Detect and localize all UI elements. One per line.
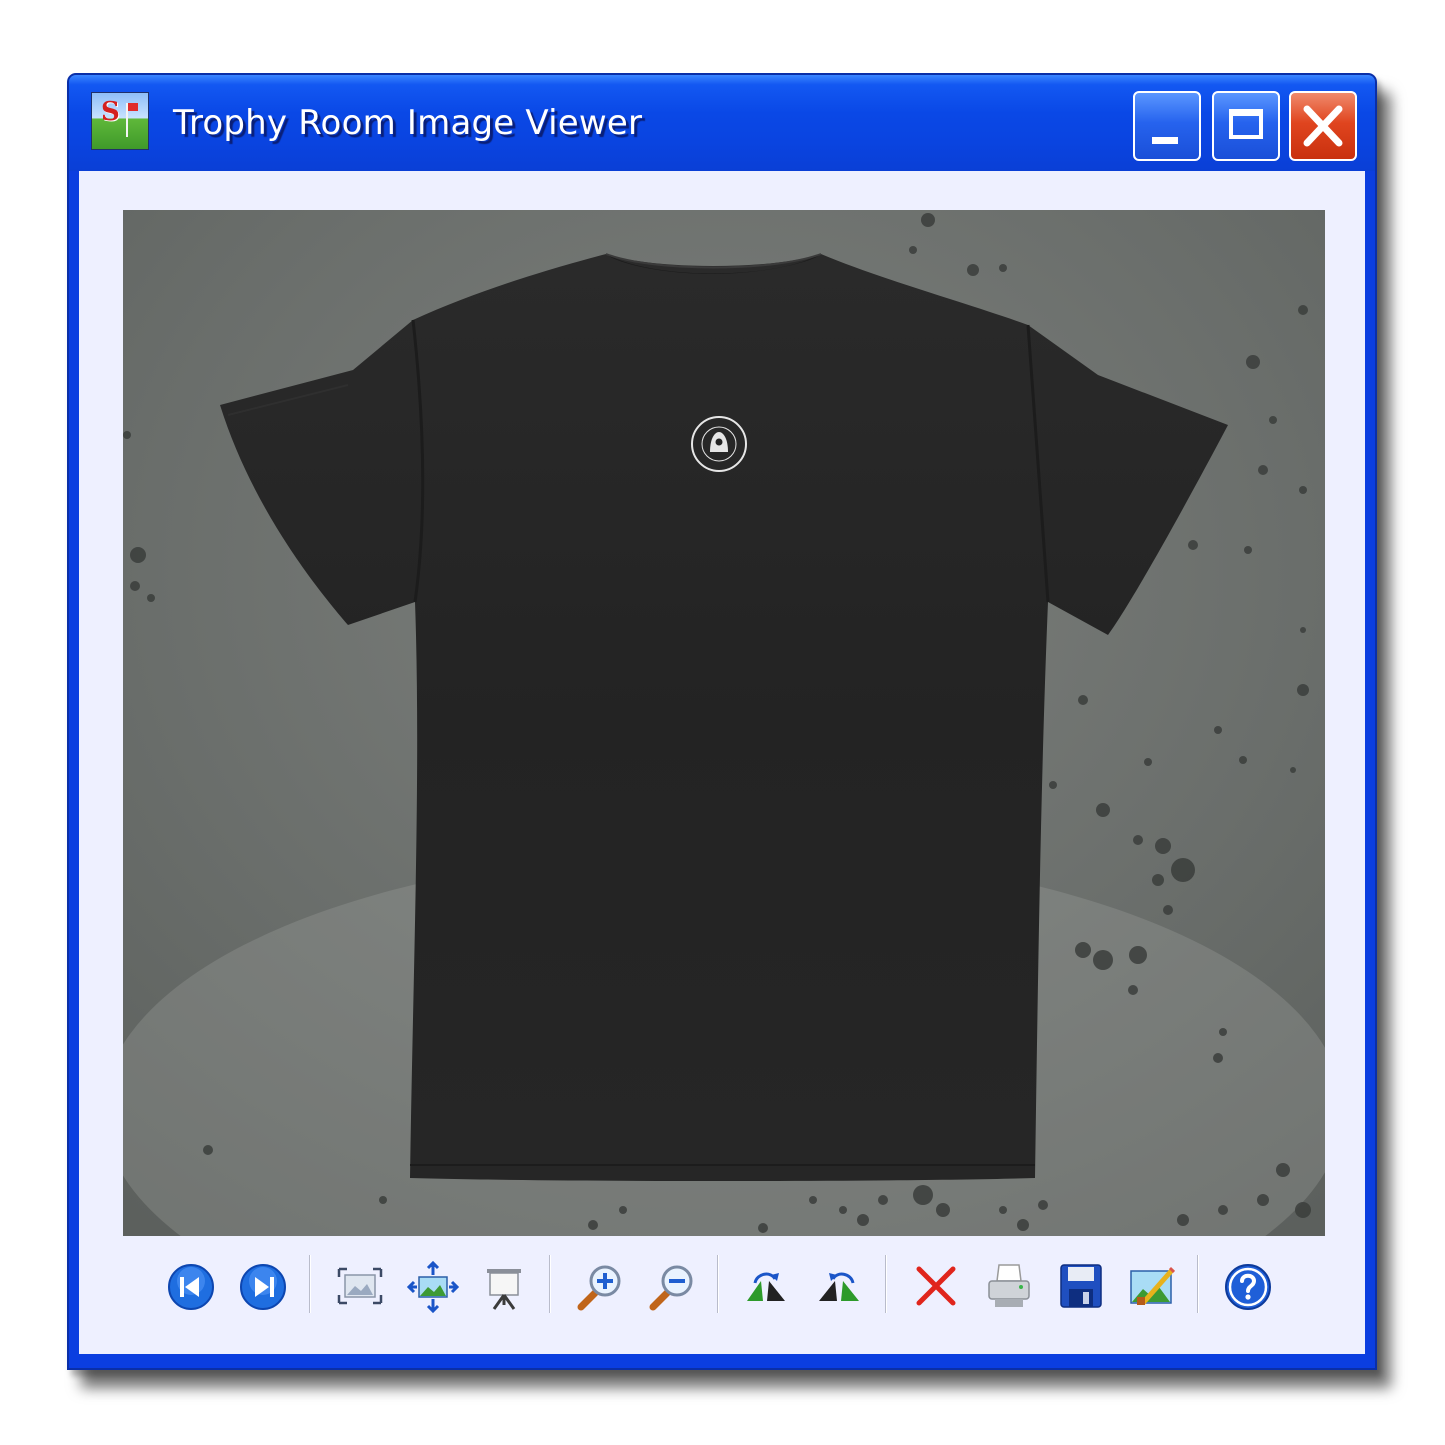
maximize-icon [1229, 109, 1263, 139]
rotate-counterclockwise-button[interactable] [813, 1259, 869, 1315]
title-bar[interactable]: S Trophy Room Image Viewer [69, 75, 1375, 171]
zoom-out-icon [649, 1265, 693, 1311]
client-area [79, 171, 1365, 1354]
toolbar-separator [309, 1255, 311, 1313]
best-fit-button[interactable] [333, 1259, 389, 1315]
toolbar-separator [717, 1255, 719, 1313]
toolbar-separator [549, 1255, 551, 1313]
actual-size-icon [406, 1260, 460, 1314]
print-button[interactable] [981, 1259, 1037, 1315]
save-button[interactable] [1053, 1259, 1109, 1315]
minimize-button[interactable] [1133, 91, 1201, 161]
close-button[interactable] [1289, 91, 1357, 161]
delete-button[interactable] [909, 1259, 965, 1315]
app-icon: S [91, 92, 149, 150]
toolbar-separator [1197, 1255, 1199, 1313]
help-button[interactable] [1221, 1259, 1277, 1315]
toolbar-separator [885, 1255, 887, 1313]
edit-image-icon [1130, 1267, 1175, 1305]
displayed-image[interactable] [123, 210, 1325, 1236]
zoom-in-icon [577, 1265, 621, 1311]
floppy-disk-icon [1060, 1264, 1102, 1308]
previous-icon [168, 1264, 214, 1310]
tshirt-photo [123, 210, 1325, 1236]
rotate-clockwise-icon [747, 1272, 785, 1301]
viewer-toolbar [79, 1249, 1365, 1329]
edit-button[interactable] [1125, 1259, 1181, 1315]
slideshow-button[interactable] [477, 1259, 533, 1315]
actual-size-button[interactable] [405, 1259, 461, 1315]
print-icon [988, 1264, 1030, 1307]
maximize-button[interactable] [1212, 91, 1280, 161]
help-icon [1225, 1264, 1271, 1310]
next-icon [240, 1264, 286, 1310]
zoom-out-button[interactable] [645, 1259, 701, 1315]
zoom-in-button[interactable] [573, 1259, 629, 1315]
app-monogram-glyph: S [101, 97, 120, 127]
close-icon [1303, 105, 1343, 147]
slideshow-icon [487, 1269, 521, 1310]
window-title: Trophy Room Image Viewer [173, 103, 643, 143]
golf-flag-icon [126, 103, 138, 137]
best-fit-icon [337, 1267, 383, 1305]
rotate-clockwise-button[interactable] [741, 1259, 797, 1315]
next-image-button[interactable] [237, 1259, 293, 1315]
minimize-icon [1152, 137, 1178, 144]
rotate-counterclockwise-icon [819, 1272, 859, 1301]
previous-image-button[interactable] [165, 1259, 221, 1315]
image-viewer-window: S Trophy Room Image Viewer [67, 73, 1377, 1370]
delete-icon [916, 1266, 956, 1306]
